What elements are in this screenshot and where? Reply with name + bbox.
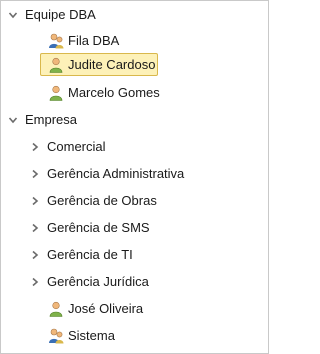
tree-node-gerencia-de-obras[interactable]: Gerência de Obras [1, 188, 268, 214]
tree-node-gerencia-juridica[interactable]: Gerência Jurídica [1, 269, 268, 295]
user-icon [48, 85, 64, 101]
chevron-right-icon[interactable] [30, 196, 40, 206]
user-group-icon [48, 33, 64, 49]
tree-node-gerencia-de-sms[interactable]: Gerência de SMS [1, 215, 268, 241]
tree-node-label: Gerência Administrativa [47, 166, 185, 181]
chevron-down-icon[interactable] [8, 115, 18, 125]
tree-item-label: Sistema [68, 328, 115, 343]
tree-node-label: Gerência de Obras [47, 193, 157, 208]
tree-item-sistema[interactable]: Sistema [1, 323, 268, 349]
chevron-down-icon[interactable] [8, 10, 18, 20]
chevron-right-icon[interactable] [30, 250, 40, 260]
tree-node-label: Gerência de TI [47, 247, 133, 262]
tree-node-gerencia-administrativa[interactable]: Gerência Administrativa [1, 161, 268, 187]
tree-node-label: Gerência Jurídica [47, 274, 149, 289]
tree-node-comercial[interactable]: Comercial [1, 134, 268, 160]
tree-node-label: Comercial [47, 139, 106, 154]
chevron-right-icon[interactable] [30, 142, 40, 152]
tree-item-label: Marcelo Gomes [68, 85, 160, 100]
user-icon [48, 57, 64, 73]
tree-item-label: Fila DBA [68, 33, 120, 48]
tree-item-judite-cardoso[interactable]: Judite Cardoso [1, 52, 268, 78]
tree-item-fila-dba[interactable]: Fila DBA [1, 28, 268, 54]
chevron-right-icon[interactable] [30, 277, 40, 287]
tree-node-label: Gerência de SMS [47, 220, 150, 235]
tree-node-gerencia-de-ti[interactable]: Gerência de TI [1, 242, 268, 268]
tree-item-jose-oliveira[interactable]: José Oliveira [1, 296, 268, 322]
tree-item-label: José Oliveira [68, 301, 144, 316]
user-group-icon [48, 328, 64, 344]
chevron-right-icon[interactable] [30, 223, 40, 233]
tree-node-label: Empresa [25, 112, 78, 127]
tree-node-empresa[interactable]: Empresa [1, 107, 268, 133]
tree-item-label: Judite Cardoso [68, 57, 156, 72]
tree-node-equipe-dba[interactable]: Equipe DBA [1, 2, 268, 28]
chevron-right-icon[interactable] [30, 169, 40, 179]
tree-node-label: Equipe DBA [25, 7, 96, 22]
tree-panel: Equipe DBA Fila DBA Judite Cardoso Marce… [0, 0, 269, 354]
tree-item-marcelo-gomes[interactable]: Marcelo Gomes [1, 80, 268, 106]
user-icon [48, 301, 64, 317]
